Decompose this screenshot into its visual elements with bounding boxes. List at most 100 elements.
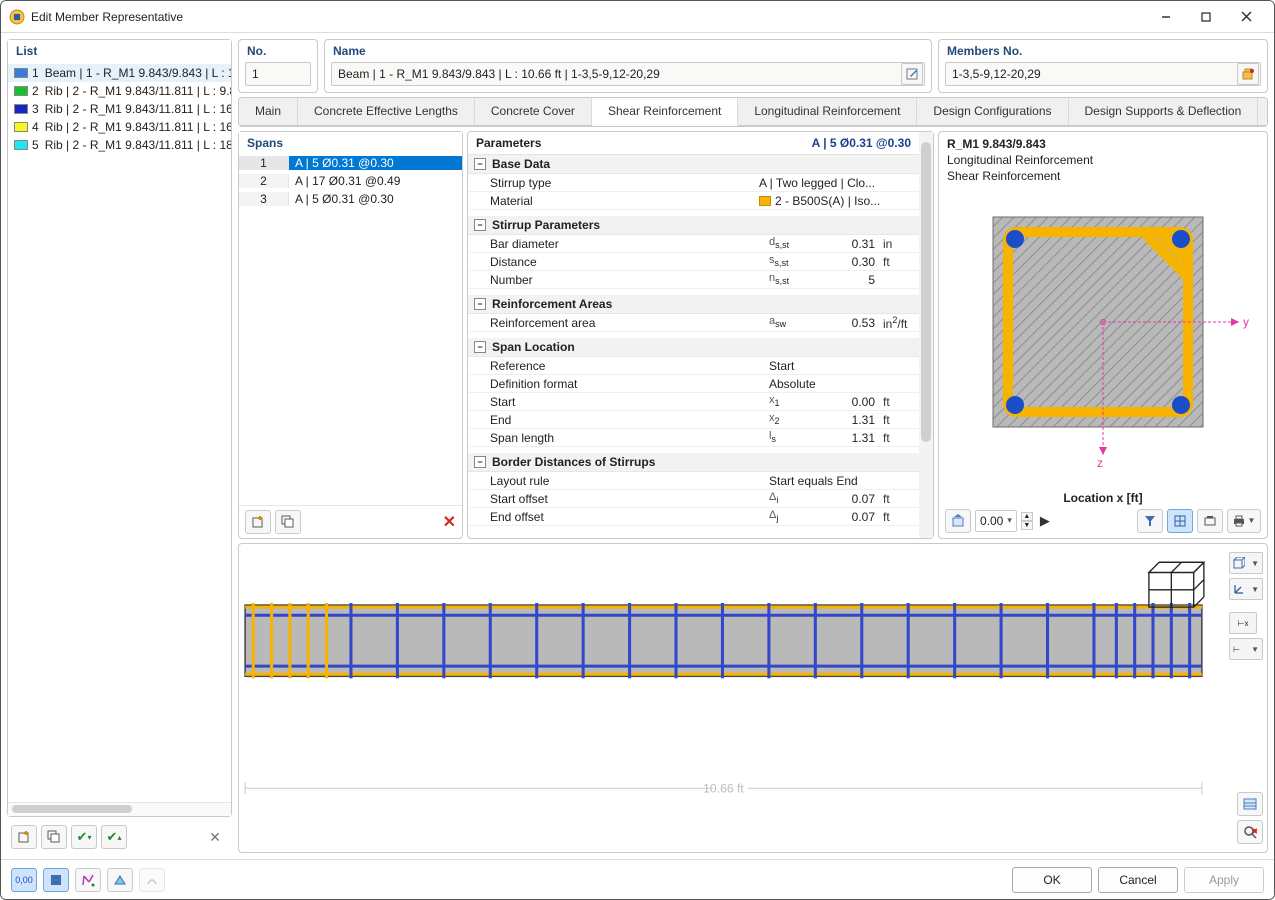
tab-concrete-effective-lengths[interactable]: Concrete Effective Lengths — [298, 98, 475, 125]
spans-header: Spans — [239, 132, 462, 154]
lv-zoom-reset-btn[interactable] — [1237, 820, 1263, 844]
param-symbol: ss,st — [769, 254, 809, 268]
param-row[interactable]: Layout ruleStart equals End — [468, 472, 919, 490]
lv-list-btn[interactable] — [1237, 792, 1263, 816]
units-btn[interactable]: 0,00 — [11, 868, 37, 892]
param-row[interactable]: End offsetΔj0.07ft — [468, 508, 919, 526]
tab-concrete-cover[interactable]: Concrete Cover — [475, 98, 592, 125]
param-unit: ft — [879, 255, 919, 269]
param-row[interactable]: ReferenceStart — [468, 357, 919, 375]
member-list[interactable]: 1Beam | 1 - R_M1 9.843/9.843 | L : 10.66… — [8, 62, 231, 800]
list-item-index: 4 — [32, 120, 41, 134]
lv-view-cube-btn[interactable]: ▼ — [1229, 552, 1263, 574]
name-input[interactable]: Beam | 1 - R_M1 9.843/9.843 | L : 10.66 … — [331, 62, 925, 86]
param-value: 0.07 — [809, 510, 879, 524]
group-collapse-icon[interactable]: − — [474, 298, 486, 310]
list-hscrollbar[interactable] — [8, 802, 231, 816]
list-delete-btn[interactable]: ✕ — [202, 825, 228, 849]
tab-panel: MainConcrete Effective LengthsConcrete C… — [238, 97, 1268, 127]
param-name: Reinforcement area — [490, 316, 769, 330]
name-edit-icon[interactable] — [901, 63, 923, 85]
sv-location-play[interactable]: ▶ — [1037, 509, 1053, 533]
param-group-header[interactable]: −Base Data — [468, 155, 919, 174]
list-new-btn[interactable] — [11, 825, 37, 849]
span-copy-btn[interactable] — [275, 510, 301, 534]
group-collapse-icon[interactable]: − — [474, 341, 486, 353]
color-swatch — [14, 86, 28, 96]
param-row[interactable]: Endx21.31ft — [468, 411, 919, 429]
param-row[interactable]: Stirrup typeA | Two legged | Clo... — [468, 174, 919, 192]
param-row[interactable]: Numberns,st5 — [468, 271, 919, 289]
sv-values-icon[interactable] — [1167, 509, 1193, 533]
group-collapse-icon[interactable]: − — [474, 219, 486, 231]
view-4-btn[interactable] — [139, 868, 165, 892]
list-check1-btn[interactable]: ✔▾ — [71, 825, 97, 849]
lv-label-x-btn[interactable]: ⊢x — [1229, 612, 1257, 634]
param-row[interactable]: Bar diameterds,st0.31in — [468, 235, 919, 253]
sv-print-icon[interactable]: ▼ — [1227, 509, 1261, 533]
sv-location-input[interactable]: 0.00▾ — [975, 510, 1017, 532]
param-symbol: Δi — [769, 491, 809, 505]
members-field: Members No. 1-3,5-9,12-20,29 — [938, 39, 1268, 93]
close-button[interactable] — [1226, 3, 1266, 31]
member-list-item[interactable]: 2Rib | 2 - R_M1 9.843/11.811 | L : 9.84 — [8, 82, 231, 100]
tab-shear-reinforcement[interactable]: Shear Reinforcement — [592, 98, 738, 126]
sv-insert-icon[interactable] — [945, 509, 971, 533]
param-row[interactable]: Startx10.00ft — [468, 393, 919, 411]
group-title: Border Distances of Stirrups — [492, 455, 655, 469]
tab-design-configurations[interactable]: Design Configurations — [917, 98, 1068, 125]
sv-filter-icon[interactable] — [1137, 509, 1163, 533]
tab-main[interactable]: Main — [239, 98, 298, 125]
group-collapse-icon[interactable]: − — [474, 456, 486, 468]
member-list-item[interactable]: 3Rib | 2 - R_M1 9.843/11.811 | L : 16.40 — [8, 100, 231, 118]
cancel-button[interactable]: Cancel — [1098, 867, 1178, 893]
group-collapse-icon[interactable]: − — [474, 158, 486, 170]
span-label: A | 5 Ø0.31 @0.30 — [289, 192, 462, 206]
span-row[interactable]: 2A | 17 Ø0.31 @0.49 — [239, 172, 462, 190]
list-copy-btn[interactable] — [41, 825, 67, 849]
view-3-btn[interactable] — [107, 868, 133, 892]
view-2-btn[interactable] — [75, 868, 101, 892]
lv-axes-btn[interactable]: ▼ — [1229, 578, 1263, 600]
minimize-button[interactable] — [1146, 3, 1186, 31]
param-group-header[interactable]: −Span Location — [468, 338, 919, 357]
maximize-button[interactable] — [1186, 3, 1226, 31]
param-row[interactable]: Start offsetΔi0.07ft — [468, 490, 919, 508]
tab-longitudinal-reinforcement[interactable]: Longitudinal Reinforcement — [738, 98, 917, 125]
apply-button[interactable]: Apply — [1184, 867, 1264, 893]
param-group-header[interactable]: −Border Distances of Stirrups — [468, 453, 919, 472]
member-list-item[interactable]: 4Rib | 2 - R_M1 9.843/11.811 | L : 16.40 — [8, 118, 231, 136]
span-add-btn[interactable] — [245, 510, 271, 534]
param-row[interactable]: Distancess,st0.30ft — [468, 253, 919, 271]
ok-button[interactable]: OK — [1012, 867, 1092, 893]
lv-label-opts-btn[interactable]: ⊢▼ — [1229, 638, 1263, 660]
param-row[interactable]: Definition formatAbsolute — [468, 375, 919, 393]
param-row[interactable]: Reinforcement areaasw0.53in2/ft — [468, 314, 919, 332]
no-input[interactable]: 1 — [245, 62, 311, 86]
param-name: Layout rule — [490, 474, 729, 488]
sv-location-stepper[interactable]: ▲▼ — [1021, 512, 1033, 530]
color-swatch — [14, 104, 28, 114]
dialog-window: Edit Member Representative List 1Beam | … — [0, 0, 1275, 900]
spans-list[interactable]: 1A | 5 Ø0.31 @0.302A | 17 Ø0.31 @0.493A … — [239, 154, 462, 505]
list-item-index: 3 — [32, 102, 41, 116]
param-group-header[interactable]: −Stirrup Parameters — [468, 216, 919, 235]
members-input[interactable]: 1-3,5-9,12-20,29 — [945, 62, 1261, 86]
longitudinal-view[interactable]: 10.66 ft ▼ ▼ ⊢x ⊢▼ — [238, 543, 1268, 853]
member-list-item[interactable]: 5Rib | 2 - R_M1 9.843/11.811 | L : 18.04 — [8, 136, 231, 154]
span-row[interactable]: 3A | 5 Ø0.31 @0.30 — [239, 190, 462, 208]
view-1-btn[interactable] — [43, 868, 69, 892]
tab-design-supports-deflection[interactable]: Design Supports & Deflection — [1069, 98, 1259, 125]
span-row[interactable]: 1A | 5 Ø0.31 @0.30 — [239, 154, 462, 172]
sv-settings-icon[interactable] — [1197, 509, 1223, 533]
members-pick-icon[interactable] — [1237, 63, 1259, 85]
param-row[interactable]: Material2 - B500S(A) | Iso... — [468, 192, 919, 210]
section-view-canvas[interactable]: y z — [939, 187, 1267, 487]
parameters-body[interactable]: −Base DataStirrup typeA | Two legged | C… — [468, 155, 933, 538]
list-check2-btn[interactable]: ✔▴ — [101, 825, 127, 849]
param-row[interactable]: Span lengthls1.31ft — [468, 429, 919, 447]
parameters-vscrollbar[interactable] — [919, 132, 933, 538]
param-group-header[interactable]: −Reinforcement Areas — [468, 295, 919, 314]
span-delete-btn[interactable]: ✕ — [443, 512, 456, 532]
member-list-item[interactable]: 1Beam | 1 - R_M1 9.843/9.843 | L : 10.66 — [8, 64, 231, 82]
